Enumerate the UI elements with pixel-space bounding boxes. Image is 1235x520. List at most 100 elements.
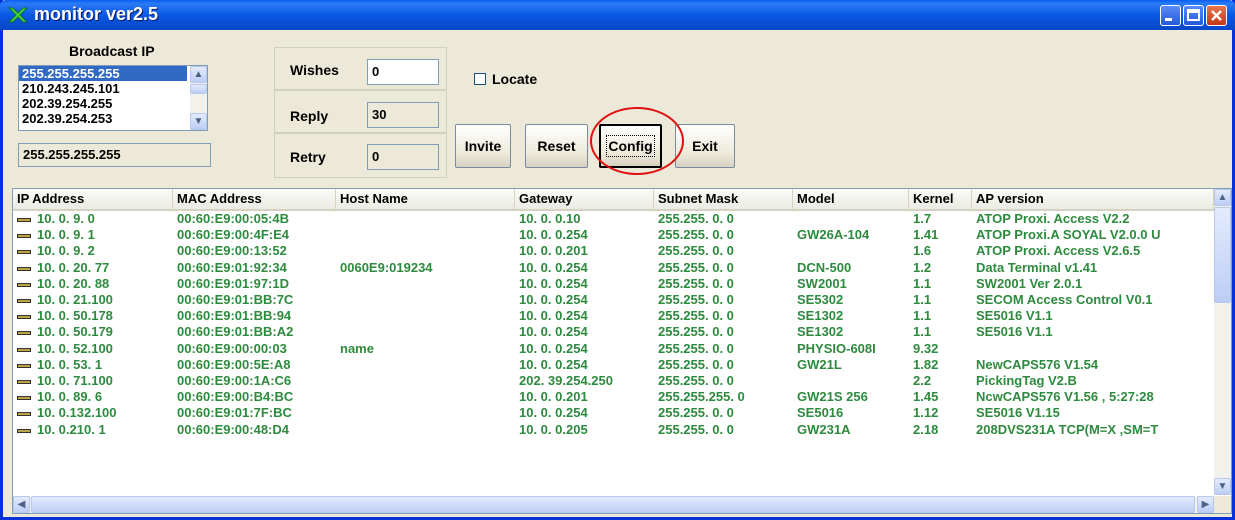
table-cell	[793, 373, 909, 389]
broadcast-ip-field[interactable]: 255.255.255.255	[18, 143, 211, 167]
exit-button[interactable]: Exit	[675, 124, 735, 168]
locate-label: Locate	[492, 71, 538, 87]
table-row[interactable]: 10. 0. 20. 77 00:60:E9:01:92:34 0060E9:019…	[13, 260, 1214, 276]
table-row[interactable]: 10. 0. 71.100 00:60:E9:00:1A:C6 202. 39.25…	[13, 373, 1214, 389]
table-cell	[336, 308, 515, 324]
table-row[interactable]: 10. 0. 89. 6 00:60:E9:00:B4:BC 10. 0. 0.20…	[13, 389, 1214, 405]
wishes-input[interactable]: 0	[367, 59, 439, 85]
table-cell: 00:60:E9:01:BB:7C	[177, 292, 294, 307]
device-icon	[17, 412, 31, 417]
table-cell	[336, 389, 515, 405]
table-cell: 00:60:E9:00:4F:E4	[177, 227, 289, 243]
scroll-right-icon[interactable]: ▶	[1197, 496, 1214, 513]
table-row[interactable]: 10. 0.132.100 00:60:E9:01:7F:BC 10. 0. 0.2…	[13, 405, 1214, 421]
table-cell: 10. 0. 50.179	[37, 324, 113, 340]
device-icon	[17, 250, 31, 255]
table-row[interactable]: 10. 0. 50.178 00:60:E9:01:BB:94 10. 0. 0.2…	[13, 308, 1214, 324]
table-cell: 202. 39.254.250	[519, 373, 613, 388]
broadcast-ip-list[interactable]: 255.255.255.255 210.243.245.101 202.39.2…	[18, 65, 208, 131]
table-cell: 255.255. 0. 0	[658, 275, 734, 291]
table-cell	[793, 211, 909, 227]
scroll-up-icon[interactable]: ▲	[1214, 189, 1231, 206]
broadcast-ip-item[interactable]: 202.39.254.255	[19, 96, 207, 111]
table-header: IP Address MAC Address Host Name Gateway…	[13, 189, 1214, 211]
broadcast-ip-item[interactable]: 202.39.254.253	[19, 111, 207, 126]
retry-label: Retry	[290, 149, 326, 165]
table-cell: 00:60:E9:01:BB:94	[177, 308, 292, 324]
table-horizontal-scrollbar[interactable]: ◀ ▶	[13, 496, 1214, 513]
column-header[interactable]: Kernel	[909, 189, 972, 209]
device-icon	[17, 315, 31, 320]
reset-button-label: Reset	[537, 138, 576, 154]
table-row[interactable]: 10. 0. 21.100 00:60:E9:01:BB:7C 10. 0. 0.2…	[13, 292, 1214, 308]
exit-button-label: Exit	[692, 138, 718, 154]
table-cell: SW2001 Ver 2.0.1	[976, 275, 1083, 291]
scroll-thumb[interactable]	[190, 84, 207, 94]
table-cell: 1.1	[913, 275, 932, 291]
table-row[interactable]: 10. 0. 9. 1 00:60:E9:00:4F:E4 10. 0. 0.254…	[13, 227, 1214, 243]
scroll-down-icon[interactable]: ▼	[1214, 478, 1231, 495]
retry-field[interactable]: 0	[367, 144, 439, 170]
broadcast-ip-item[interactable]: 255.255.255.255	[19, 66, 187, 81]
table-cell: 255.255. 0. 0	[658, 243, 734, 259]
table-row[interactable]: 10. 0.210. 1 00:60:E9:00:48:D4 10. 0. 0.20…	[13, 422, 1214, 438]
table-cell: 2.18	[913, 421, 939, 437]
reply-field[interactable]: 30	[367, 102, 439, 128]
table-cell: 10. 0.132.100	[37, 405, 117, 421]
locate-checkbox[interactable]	[474, 73, 486, 85]
broadcast-list-scrollbar[interactable]: ▲ ▼	[190, 66, 207, 130]
column-header[interactable]: Subnet Mask	[654, 189, 793, 209]
scroll-thumb-horizontal[interactable]	[31, 496, 1195, 513]
scroll-down-icon[interactable]: ▼	[190, 113, 207, 130]
table-cell	[336, 373, 515, 389]
table-cell: 10. 0. 20. 88	[37, 275, 110, 291]
table-row[interactable]: 10. 0. 50.179 00:60:E9:01:BB:A2 10. 0. 0.2…	[13, 324, 1214, 340]
table-cell	[793, 243, 909, 259]
reset-button[interactable]: Reset	[525, 124, 588, 168]
scroll-thumb[interactable]	[1214, 207, 1231, 303]
maximize-button[interactable]	[1183, 5, 1204, 26]
table-cell: 10. 0. 52.100	[37, 340, 113, 356]
table-row[interactable]: 10. 0. 9. 2 00:60:E9:00:13:52 10. 0. 0.201…	[13, 243, 1214, 259]
table-cell	[336, 292, 515, 308]
table-vertical-scrollbar[interactable]: ▲ ▼	[1214, 189, 1231, 495]
table-cell: 10. 0. 21.100	[37, 292, 113, 307]
table-cell: 00:60:E9:00:B4:BC	[177, 389, 294, 405]
table-cell: 10. 0. 0.201	[519, 389, 588, 405]
device-icon	[17, 396, 31, 401]
table-cell: GW26A-104	[797, 227, 870, 243]
column-header[interactable]: Gateway	[515, 189, 654, 209]
table-row[interactable]: 10. 0. 52.100 00:60:E9:00:00:03 name 10. 0.…	[13, 341, 1214, 357]
table-cell: PickingTag V2.B	[976, 373, 1077, 388]
table-cell	[336, 422, 515, 438]
column-header[interactable]: Model	[793, 189, 909, 209]
invite-button[interactable]: Invite	[455, 124, 511, 168]
scroll-left-icon[interactable]: ◀	[13, 496, 30, 513]
table-cell: 10. 0. 50.178	[37, 308, 113, 324]
minimize-button[interactable]	[1160, 5, 1181, 26]
scroll-up-icon[interactable]: ▲	[190, 66, 207, 83]
table-cell: SE5016 V1.1	[976, 308, 1053, 324]
table-cell: 10. 0. 0.254	[519, 356, 588, 372]
highlight-circle	[590, 107, 684, 175]
broadcast-ip-item[interactable]: 210.243.245.101	[19, 81, 207, 96]
table-cell: 00:60:E9:00:5E:A8	[177, 356, 291, 372]
close-button[interactable]	[1206, 5, 1227, 26]
column-header[interactable]: MAC Address	[173, 189, 336, 209]
column-header[interactable]: IP Address	[13, 189, 173, 209]
table-cell: 255.255. 0. 0	[658, 340, 734, 356]
table-row[interactable]: 10. 0. 53. 1 00:60:E9:00:5E:A8 10. 0. 0.25…	[13, 357, 1214, 373]
table-cell: 10. 0. 0.254	[519, 275, 588, 291]
table-cell: 10. 0. 0.10	[519, 211, 581, 226]
column-header[interactable]: Host Name	[336, 189, 515, 209]
column-header[interactable]: AP version	[972, 189, 1214, 209]
device-table[interactable]: IP Address MAC Address Host Name Gateway…	[12, 188, 1232, 514]
device-icon	[17, 218, 31, 222]
table-cell: 1.1	[913, 324, 932, 340]
table-cell: 1.41	[913, 227, 939, 243]
table-row[interactable]: 10. 0. 20. 88 00:60:E9:01:97:1D 10. 0. 0.2…	[13, 276, 1214, 292]
table-cell: DCN-500	[797, 259, 852, 275]
table-row[interactable]: 10. 0. 9. 0 00:60:E9:00:05:4B 10. 0. 0.10 2…	[13, 211, 1214, 227]
title-bar[interactable]: monitor ver2.5	[0, 0, 1235, 30]
table-cell: 255.255. 0. 0	[658, 211, 734, 226]
